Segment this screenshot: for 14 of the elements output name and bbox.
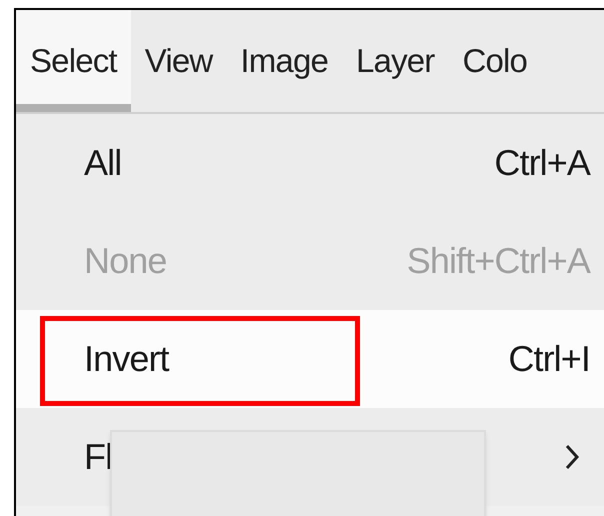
menu-item[interactable]: All Ctrl+A (16, 114, 604, 212)
menu-bar-item[interactable]: Select (16, 10, 131, 112)
menu-bar-item[interactable]: Layer (342, 10, 448, 112)
menu-bar-item[interactable]: View (130, 10, 226, 112)
menu-bar-item[interactable]: Image (226, 10, 342, 112)
shortcut-label: Ctrl+A (494, 141, 590, 185)
menu-item-label: All (84, 141, 122, 185)
menu-item-label: Invert (84, 337, 169, 381)
menu-item-label: None (84, 239, 166, 283)
menu-bar-item[interactable]: Colo (448, 10, 542, 112)
chevron-right-icon (564, 443, 580, 471)
shortcut-label: Ctrl+I (508, 337, 590, 381)
menu-item[interactable]: Invert Ctrl+I (16, 310, 604, 408)
shortcut-label: Shift+Ctrl+A (406, 239, 590, 283)
